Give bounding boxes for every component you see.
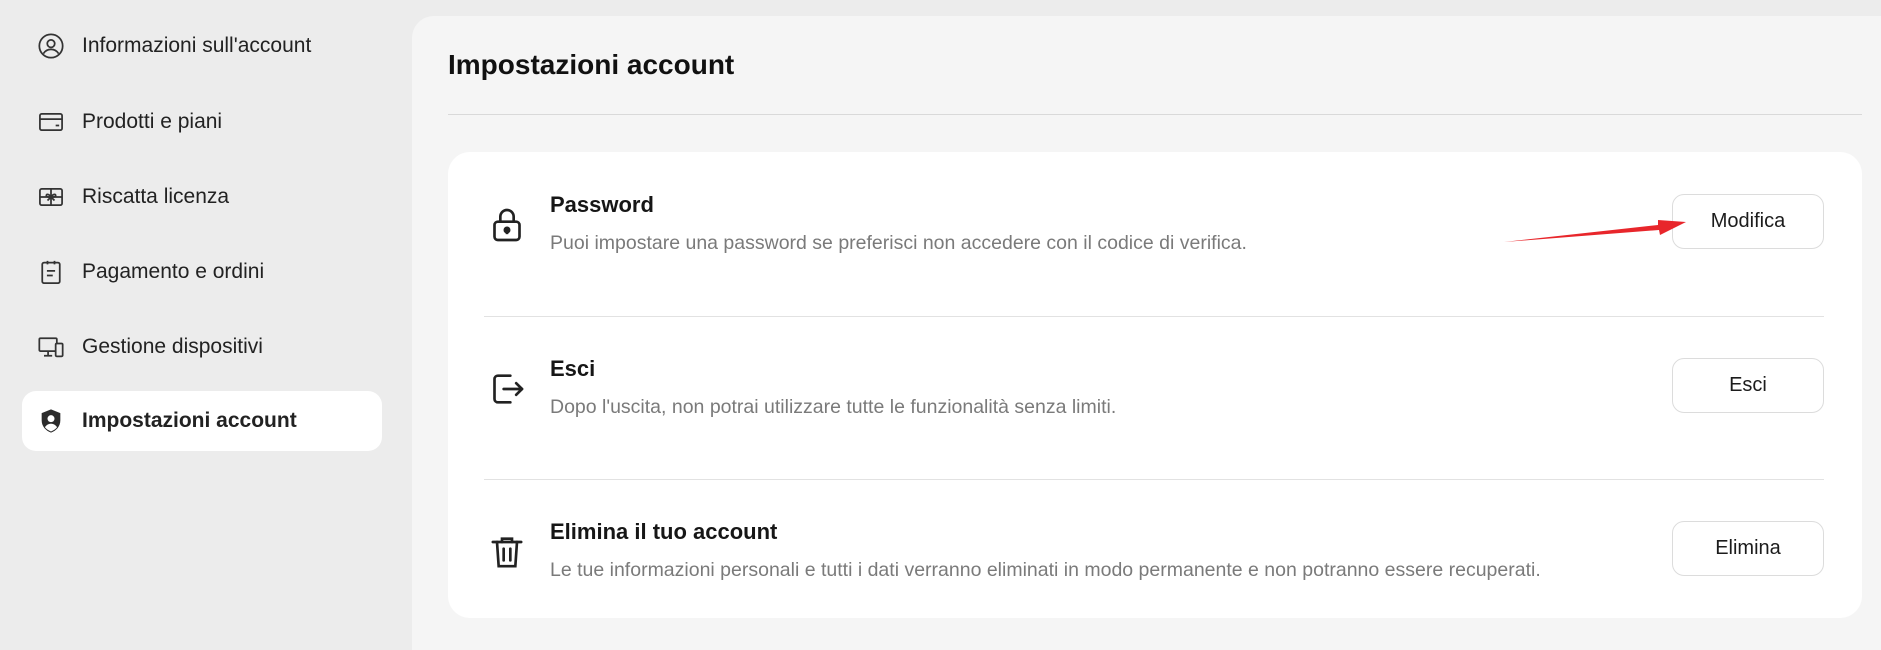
logout-row: Esci Dopo l'uscita, non potrai utilizzar… — [484, 316, 1824, 480]
card-icon — [36, 107, 66, 137]
sidebar-item-label: Gestione dispositivi — [82, 335, 263, 358]
sidebar-item-label: Informazioni sull'account — [82, 34, 312, 57]
user-shield-icon — [36, 406, 66, 436]
divider — [448, 114, 1862, 115]
sidebar-item-products[interactable]: Prodotti e piani — [22, 92, 382, 152]
modify-password-button[interactable]: Modifica — [1672, 194, 1824, 249]
red-arrow-annotation — [1504, 220, 1686, 242]
logout-button[interactable]: Esci — [1672, 358, 1824, 413]
row-description: Puoi impostare una password se preferisc… — [550, 232, 1247, 254]
row-title: Password — [550, 192, 654, 217]
delete-account-row: Elimina il tuo account Le tue informazio… — [484, 479, 1824, 643]
gift-icon — [36, 182, 66, 212]
sidebar-item-redeem-license[interactable]: Riscatta licenza — [22, 167, 382, 227]
logout-icon — [484, 366, 530, 412]
lock-icon — [484, 202, 530, 248]
delete-account-button[interactable]: Elimina — [1672, 521, 1824, 576]
sidebar-item-device-management[interactable]: Gestione dispositivi — [22, 317, 382, 377]
row-description: Dopo l'uscita, non potrai utilizzare tut… — [550, 396, 1117, 418]
page-title: Impostazioni account — [448, 49, 735, 80]
row-title: Elimina il tuo account — [550, 519, 778, 544]
row-title: Esci — [550, 356, 596, 381]
sidebar-item-label: Prodotti e piani — [82, 110, 223, 133]
clipboard-icon — [36, 257, 66, 287]
row-description: Le tue informazioni personali e tutti i … — [550, 559, 1541, 581]
devices-icon — [36, 332, 66, 362]
sidebar-item-label: Pagamento e ordini — [82, 260, 265, 283]
sidebar-item-account-settings[interactable]: Impostazioni account — [22, 391, 382, 451]
sidebar-item-label: Riscatta licenza — [82, 185, 230, 208]
app-window: Informazioni sull'account Prodotti e pia… — [0, 0, 1881, 650]
sidebar-item-payments-orders[interactable]: Pagamento e ordini — [22, 242, 382, 302]
trash-icon — [484, 529, 530, 575]
sidebar-item-account-info[interactable]: Informazioni sull'account — [22, 16, 382, 76]
sidebar: Informazioni sull'account Prodotti e pia… — [0, 0, 412, 650]
user-circle-icon — [36, 31, 66, 61]
sidebar-item-label: Impostazioni account — [82, 409, 297, 432]
main-panel: Impostazioni account Password Puoi impos… — [412, 16, 1881, 650]
